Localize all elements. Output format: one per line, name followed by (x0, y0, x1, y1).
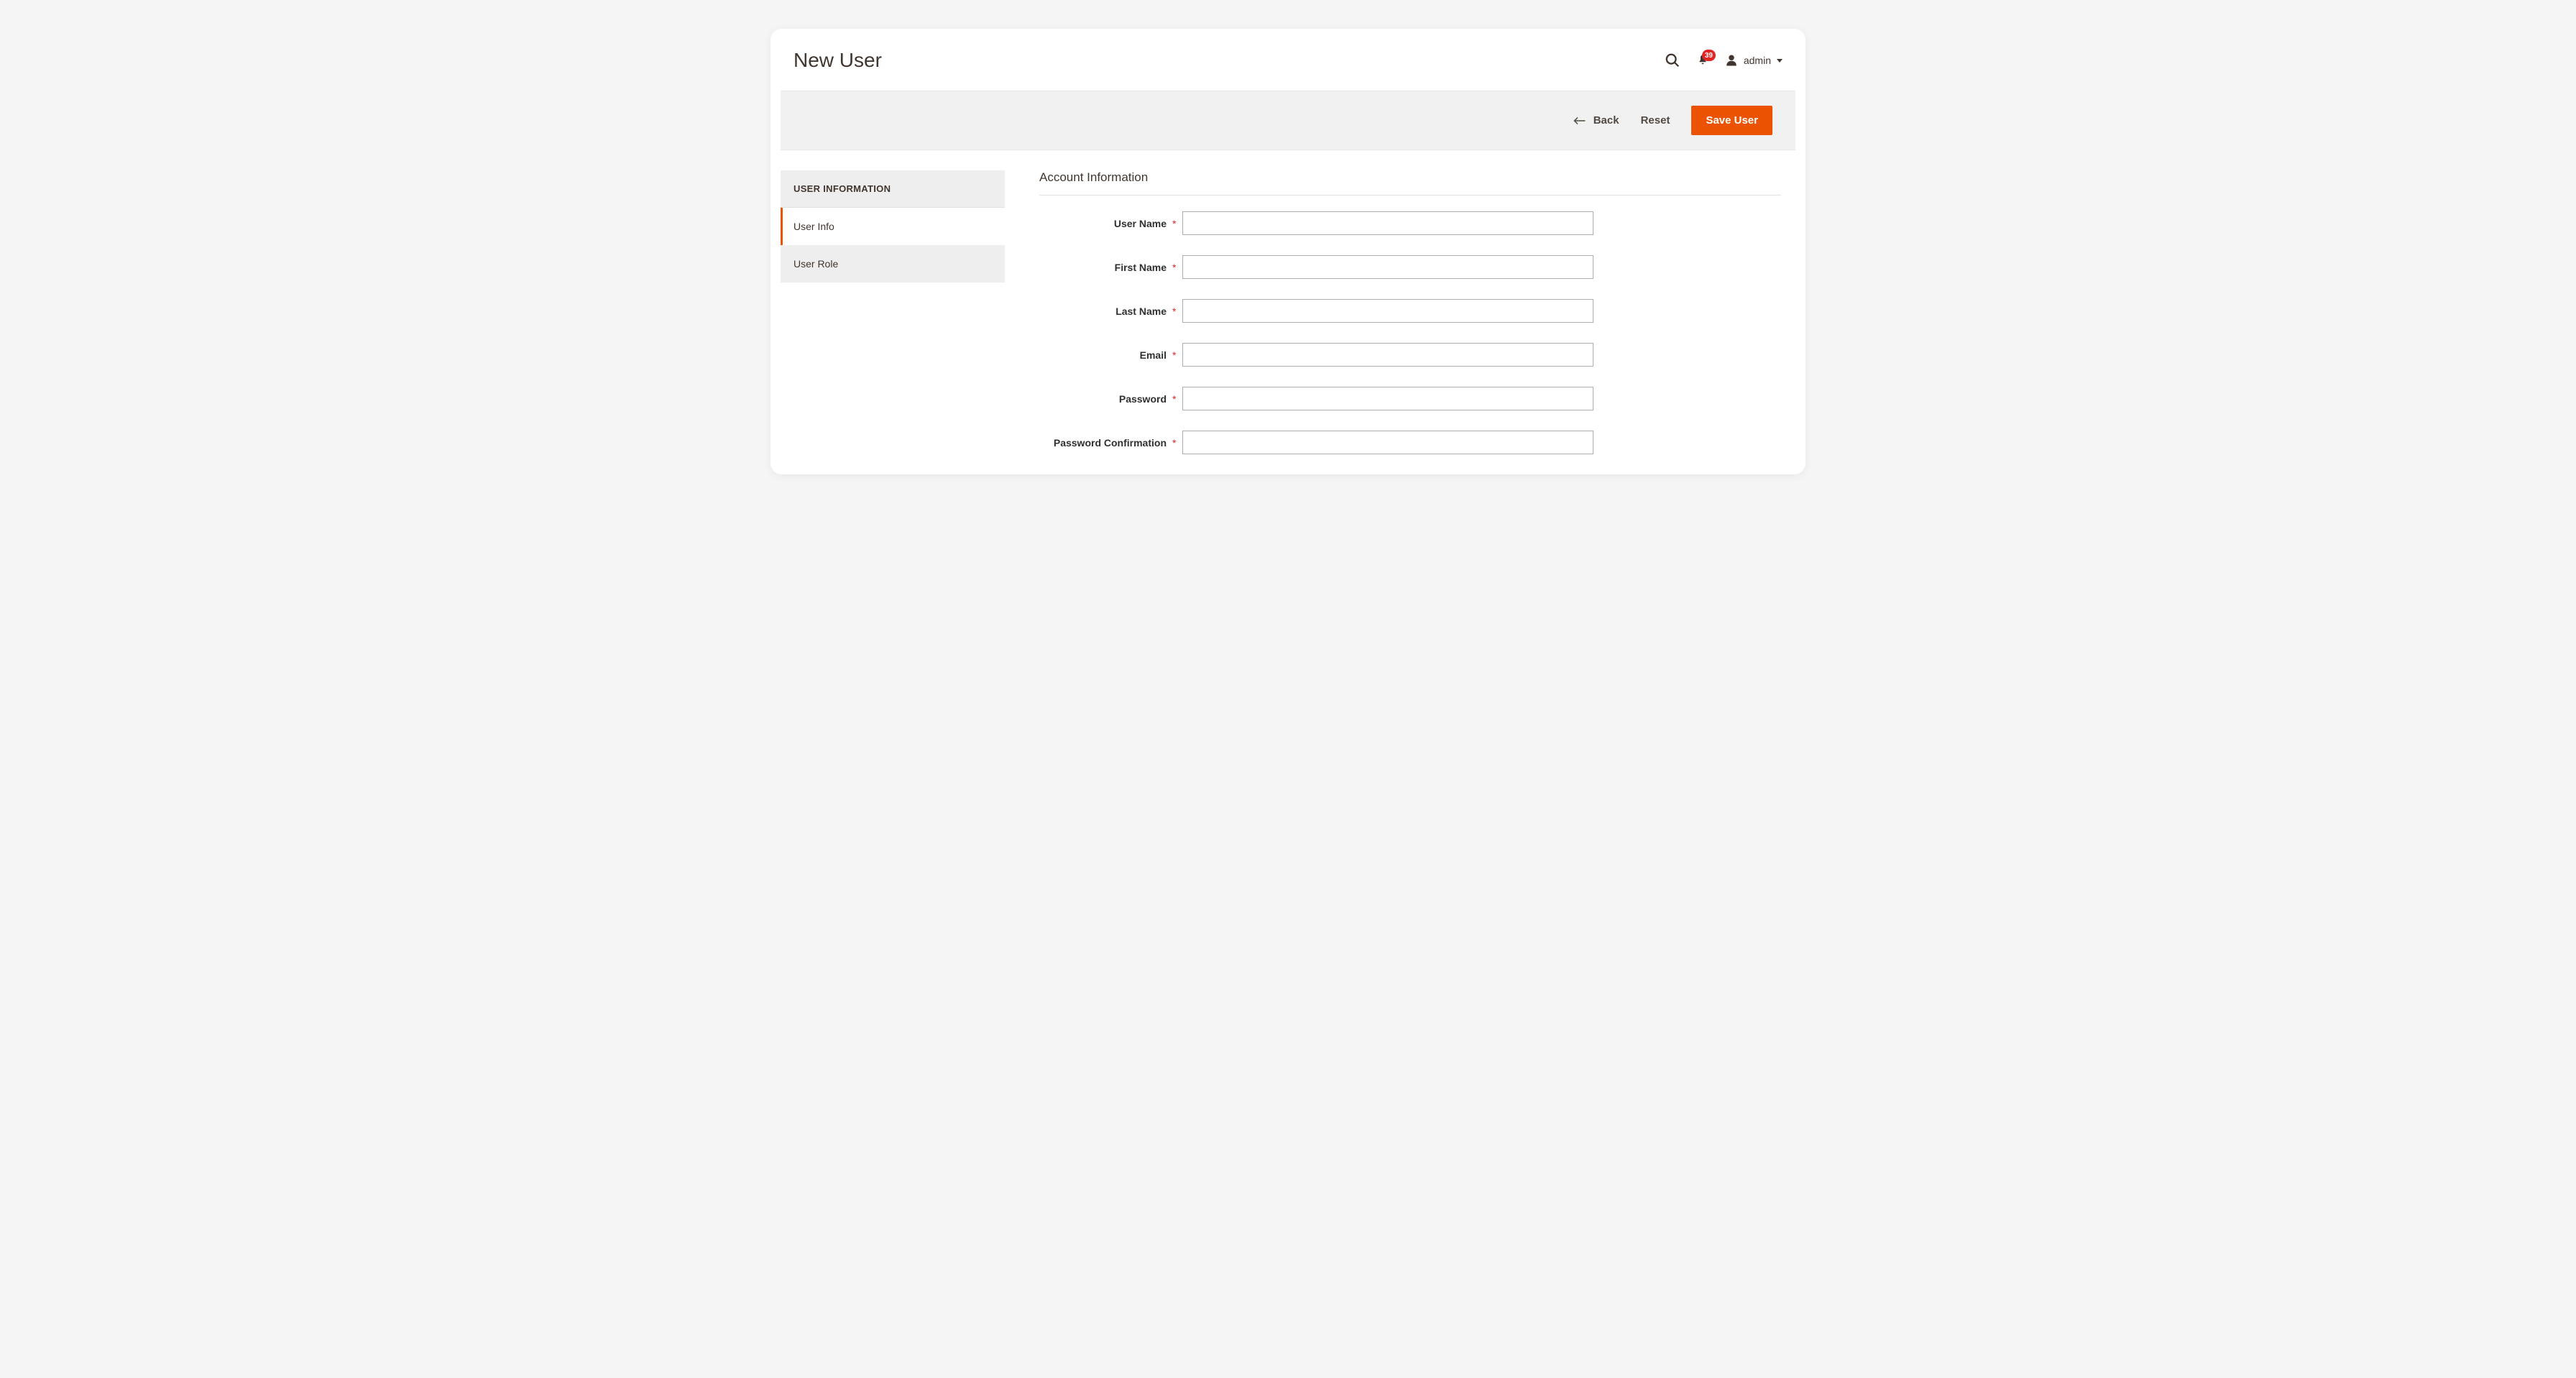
input-email[interactable] (1182, 343, 1593, 367)
search-button[interactable] (1665, 52, 1680, 68)
header-actions: 39 admin (1665, 52, 1782, 68)
required-asterisk: * (1172, 349, 1182, 361)
app-container: New User 39 (770, 29, 1806, 474)
required-asterisk: * (1172, 306, 1182, 317)
user-menu-label: admin (1744, 55, 1771, 66)
sidebar-tab-label: User Role (794, 258, 838, 270)
label-password: Password (1039, 393, 1172, 405)
back-button[interactable]: Back (1573, 114, 1619, 127)
chevron-down-icon (1777, 59, 1782, 63)
page-header: New User 39 (770, 29, 1806, 91)
label-firstname: First Name (1039, 262, 1172, 273)
label-email: Email (1039, 349, 1172, 361)
search-icon (1665, 52, 1680, 68)
required-asterisk: * (1172, 262, 1182, 273)
label-username: User Name (1039, 218, 1172, 229)
required-asterisk: * (1172, 437, 1182, 449)
input-password[interactable] (1182, 387, 1593, 410)
arrow-left-icon (1573, 116, 1586, 126)
sidebar-tab-label: User Info (794, 221, 834, 232)
reset-button[interactable]: Reset (1641, 114, 1670, 127)
required-asterisk: * (1172, 218, 1182, 229)
notifications-button[interactable]: 39 (1696, 54, 1709, 67)
input-password-confirmation[interactable] (1182, 431, 1593, 454)
sidebar: USER INFORMATION User Info User Role (781, 170, 1005, 474)
label-password-confirmation: Password Confirmation (1039, 437, 1172, 449)
sidebar-tab-user-info[interactable]: User Info (781, 208, 1005, 245)
input-username[interactable] (1182, 211, 1593, 235)
form-row-username: User Name * (1039, 211, 1781, 235)
form-row-firstname: First Name * (1039, 255, 1781, 279)
required-asterisk: * (1172, 393, 1182, 405)
sidebar-header: USER INFORMATION (781, 170, 1005, 208)
notification-badge: 39 (1702, 50, 1716, 61)
form-row-password: Password * (1039, 387, 1781, 410)
input-lastname[interactable] (1182, 299, 1593, 323)
content-area: USER INFORMATION User Info User Role Acc… (770, 150, 1806, 474)
form-row-lastname: Last Name * (1039, 299, 1781, 323)
label-lastname: Last Name (1039, 306, 1172, 317)
section-title: Account Information (1039, 170, 1781, 196)
sidebar-tab-user-role[interactable]: User Role (781, 245, 1005, 283)
save-user-button[interactable]: Save User (1691, 106, 1772, 135)
input-firstname[interactable] (1182, 255, 1593, 279)
action-bar: Back Reset Save User (781, 91, 1795, 150)
user-menu[interactable]: admin (1725, 54, 1782, 67)
user-icon (1725, 54, 1738, 67)
form-row-password-confirmation: Password Confirmation * (1039, 431, 1781, 454)
back-button-label: Back (1593, 114, 1619, 127)
form-row-email: Email * (1039, 343, 1781, 367)
page-title: New User (794, 49, 882, 72)
form-area: Account Information User Name * First Na… (1039, 170, 1795, 474)
